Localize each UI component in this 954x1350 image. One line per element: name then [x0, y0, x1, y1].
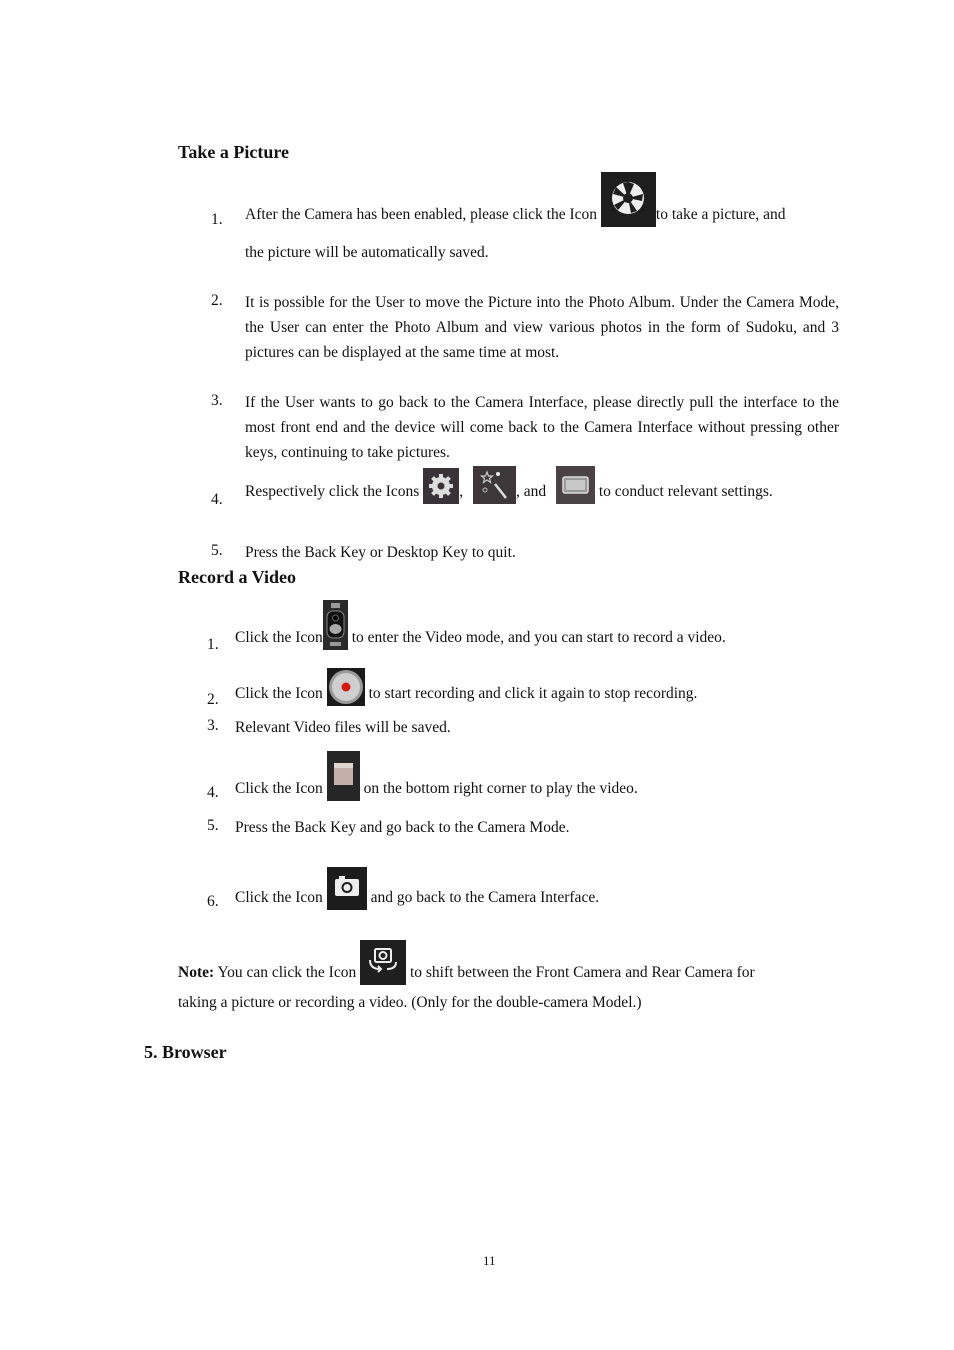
list-number: 6. [207, 893, 219, 910]
note-paragraph: Note: You can click the Icon to shift be… [178, 940, 839, 985]
list-number: 5. [207, 817, 219, 834]
list-item: Press the Back Key or Desktop Key to qui… [245, 544, 516, 561]
video-thumbnail-icon [326, 751, 360, 801]
note-continuation: taking a picture or recording a video. (… [178, 994, 642, 1011]
list-number: 3. [211, 392, 223, 409]
page-number: 11 [483, 1253, 496, 1268]
screen-mode-icon [555, 466, 595, 504]
list-number: 1. [211, 211, 223, 228]
section-heading-record-video: Record a Video [178, 567, 296, 587]
list-item: Respectively click the Icons , , and to … [245, 466, 845, 504]
list-item: Click the Icon and go back to the Camera… [235, 867, 855, 910]
switch-camera-icon [360, 940, 407, 985]
list-item: It is possible for the User to move the … [245, 294, 839, 361]
list-number: 4. [211, 491, 223, 508]
list-number: 2. [207, 691, 219, 708]
record-button-icon [326, 668, 365, 706]
section-heading-take-picture: Take a Picture [178, 142, 289, 162]
list-number: 4. [207, 784, 219, 801]
list-number: 3. [207, 717, 219, 734]
list-number: 1. [207, 636, 219, 653]
note-label: Note: [178, 964, 215, 981]
camera-video-switch-icon [322, 600, 348, 650]
list-number: 5. [211, 542, 223, 559]
list-item: After the Camera has been enabled, pleas… [245, 172, 845, 227]
magic-wand-effects-icon [472, 466, 516, 504]
list-item: Click the Icon on the bottom right corne… [235, 751, 855, 801]
camera-icon [326, 867, 367, 910]
list-item: Press the Back Key and go back to the Ca… [235, 819, 570, 836]
list-item: Relevant Video files will be saved. [235, 719, 451, 736]
shutter-icon [600, 172, 656, 227]
section-heading-browser: 5. Browser [144, 1042, 227, 1062]
list-item: Click the Icon to start recording and cl… [235, 668, 855, 706]
list-item: If the User wants to go back to the Came… [245, 394, 839, 461]
list-number: 2. [211, 292, 223, 309]
list-item: Click the Icon to enter the Video mode, … [235, 600, 855, 650]
settings-gear-icon [423, 468, 460, 504]
list-item-continuation: the picture will be automatically saved. [245, 244, 489, 261]
